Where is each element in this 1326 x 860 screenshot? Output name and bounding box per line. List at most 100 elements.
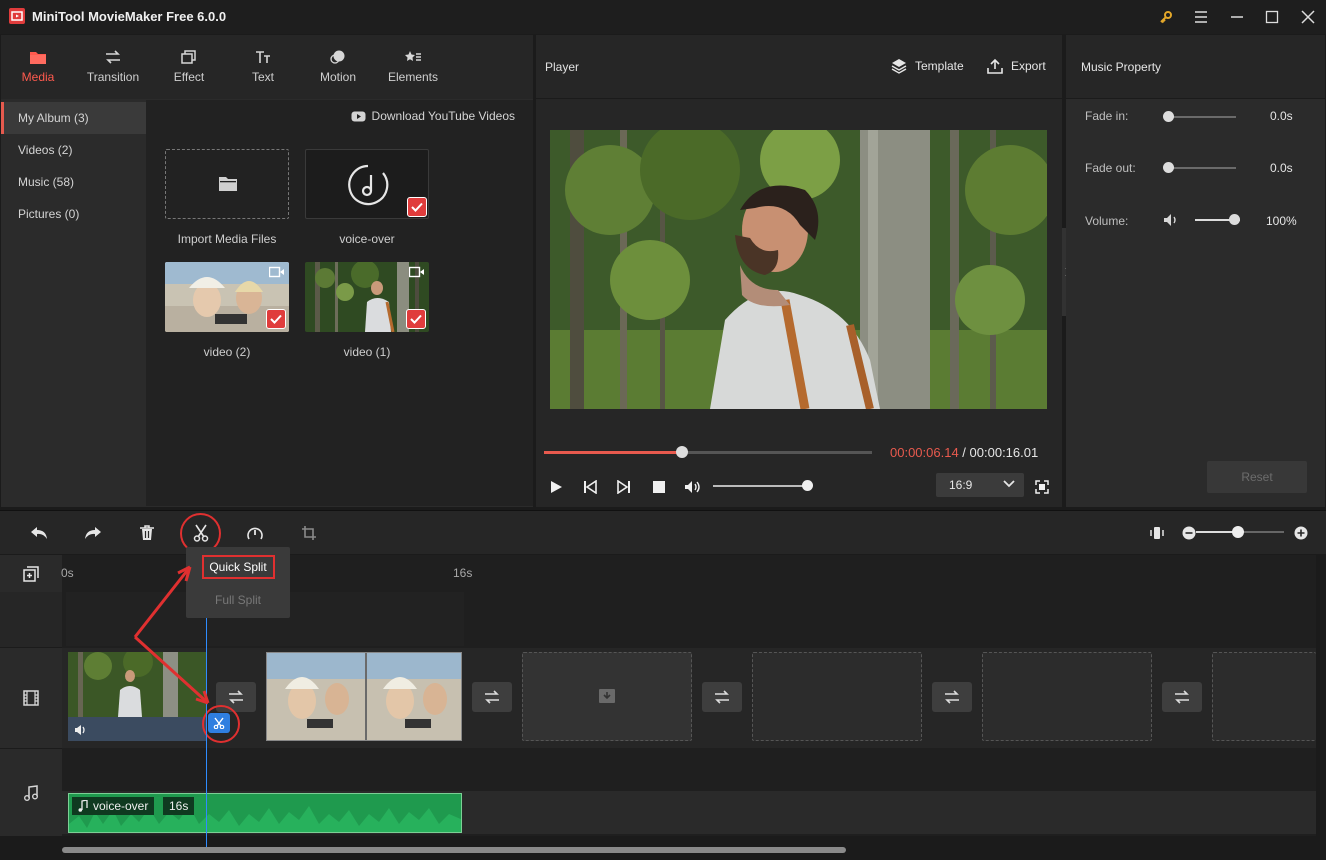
app-title: MiniTool MovieMaker Free 6.0.0 [32,9,227,24]
effect-icon [180,47,198,67]
full-split-option[interactable]: Full Split [186,586,290,614]
volume-button[interactable] [683,477,703,497]
play-button[interactable] [546,477,566,497]
template-button[interactable]: Template [891,58,964,74]
drop-slot-1[interactable] [522,652,692,741]
youtube-icon [351,111,366,122]
timeline-scrollbar[interactable] [62,847,846,853]
video-clip-1-thumbnail [68,652,206,717]
reset-button[interactable]: Reset [1207,461,1307,493]
stop-button[interactable] [649,477,669,497]
volume-slider[interactable] [713,485,807,487]
quick-split-highlight [202,555,275,579]
chevron-down-icon [1003,480,1015,488]
transition-slot-4[interactable] [932,682,972,712]
volume-property-handle[interactable] [1229,214,1240,225]
sidebar-item-music[interactable]: Music (58) [1,166,146,198]
crop-icon [302,526,316,540]
tab-motion[interactable]: Motion [303,35,373,99]
zoom-in-button[interactable] [1290,522,1312,544]
play-icon [551,481,562,493]
zoom-handle[interactable] [1232,526,1244,538]
music-note-icon [78,800,88,812]
fade-out-slider[interactable] [1169,167,1236,169]
fit-icon [1150,527,1164,539]
fade-out-label: Fade out: [1085,161,1136,175]
undo-button[interactable] [28,522,50,544]
checkmark-icon[interactable] [406,309,426,329]
video-2-tile[interactable] [165,262,289,332]
redo-button[interactable] [82,522,104,544]
audio-clip[interactable]: voice-over 16s [68,793,462,833]
video-clip-1[interactable] [68,652,206,741]
video-2-label: video (2) [203,345,251,359]
progress-bar[interactable] [544,446,872,458]
transition-slot-5[interactable] [1162,682,1202,712]
template-label: Template [915,59,964,73]
aspect-ratio-select[interactable]: 16:9 [936,473,1024,497]
tab-label: Motion [319,70,357,84]
maximize-icon[interactable] [1261,6,1283,28]
speed-button[interactable] [244,522,266,544]
minimize-icon[interactable] [1226,6,1248,28]
music-note-icon [24,784,38,801]
next-frame-button[interactable] [614,477,634,497]
folder-icon [219,176,237,191]
library-sidebar: My Album (3) Videos (2) Music (58) Pictu… [1,100,146,506]
video-preview[interactable] [550,130,1047,409]
tab-elements[interactable]: Elements [378,35,448,99]
clip-speaker-icon[interactable] [74,724,88,736]
progress-handle[interactable] [676,446,688,458]
import-media-tile[interactable] [165,149,289,219]
transition-slot-2[interactable] [472,682,512,712]
close-icon[interactable] [1297,6,1319,28]
tab-text[interactable]: Text [228,35,298,99]
fade-in-handle[interactable] [1163,111,1174,122]
tab-transition[interactable]: Transition [78,35,148,99]
download-youtube-link[interactable]: Download YouTube Videos [351,109,515,123]
playhead[interactable] [206,592,207,848]
sidebar-item-my-album[interactable]: My Album (3) [1,102,146,134]
drop-slot-3[interactable] [982,652,1152,741]
tab-effect[interactable]: Effect [154,35,224,99]
sidebar-item-videos[interactable]: Videos (2) [1,134,146,166]
fullscreen-button[interactable] [1032,477,1052,497]
menu-icon[interactable] [1190,6,1212,28]
fullscreen-icon [1035,480,1049,494]
drop-slot-2[interactable] [752,652,922,741]
film-icon [23,690,39,706]
volume-handle[interactable] [802,480,813,491]
video-1-tile[interactable] [305,262,429,332]
previous-frame-button[interactable] [580,477,600,497]
zoom-out-button[interactable] [1178,522,1200,544]
fade-in-slider[interactable] [1169,116,1236,118]
audio-clip-duration: 16s [163,797,195,815]
total-time: 00:00:16.01 [969,445,1039,460]
skip-back-icon [584,480,597,494]
sidebar-item-pictures[interactable]: Pictures (0) [1,198,146,230]
fit-timeline-button[interactable] [1146,522,1168,544]
export-button[interactable]: Export [987,58,1046,74]
title-bar: MiniTool MovieMaker Free 6.0.0 [0,0,1326,34]
volume-value: 100% [1266,214,1297,228]
crop-button[interactable] [298,522,320,544]
delete-button[interactable] [136,522,158,544]
tab-label: Elements [387,70,439,84]
time-separator: / [958,445,970,460]
checkmark-icon[interactable] [266,309,286,329]
transition-slot-3[interactable] [702,682,742,712]
audio-clip-name: voice-over [93,799,149,813]
key-icon[interactable] [1155,6,1177,28]
volume-label: Volume: [1085,214,1129,228]
video-clip-2[interactable] [266,652,462,741]
tab-media[interactable]: Media [3,35,73,99]
split-dropdown-menu: Quick Split Full Split [186,547,290,618]
add-track-button[interactable] [0,555,62,592]
motion-icon [329,47,347,67]
drop-slot-4[interactable] [1212,652,1316,741]
progress-fill [544,451,682,454]
voice-over-tile[interactable] [305,149,429,219]
fade-out-handle[interactable] [1163,162,1174,173]
checkmark-icon[interactable] [407,197,427,217]
video-camera-icon [409,266,425,278]
